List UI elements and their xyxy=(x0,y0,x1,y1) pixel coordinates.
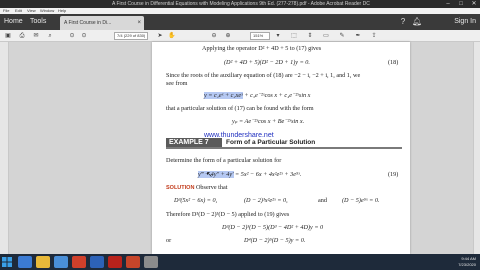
tab-home[interactable]: Home xyxy=(4,18,23,25)
sign-icon[interactable]: ✒ xyxy=(354,32,362,40)
zoom-dropdown-icon[interactable]: ▾ xyxy=(274,32,282,40)
next-page-icon[interactable]: ⊙ xyxy=(80,32,88,40)
example-divider xyxy=(166,147,402,149)
equation-19: y‴ − 4y″ + 4y′ = 5x² − 6x + 4x²e²ˣ + 3e⁵… xyxy=(198,171,301,178)
text-line: Since the roots of the auxiliary equatio… xyxy=(166,72,361,79)
equation-particular-form: yₚ = Ae⁻²ˣcos x + Be⁻²ˣsin x. xyxy=(232,118,305,125)
email-icon[interactable]: ✉ xyxy=(32,32,40,40)
zoom-value: 151% xyxy=(253,33,264,38)
sign-in-button[interactable]: Sign In xyxy=(454,18,476,25)
equation-18: (D² + 4D + 5)(D² − 2D + 1)y = 0. xyxy=(224,59,310,66)
word-taskbar-icon[interactable] xyxy=(90,256,104,268)
zoom-field[interactable]: 151% xyxy=(250,32,270,40)
help-icon[interactable]: ? xyxy=(398,17,408,27)
search-icon[interactable]: ⌕ xyxy=(46,32,54,40)
tab-bar: Home Tools A First Course in Di... × ? 🔔… xyxy=(0,14,480,30)
taskbar: 9:44 AM 7/23/2020 xyxy=(0,254,480,270)
annihilator-3: (D − 5)e⁵ˣ = 0. xyxy=(342,197,380,204)
and-label: and xyxy=(318,197,327,204)
zoom-in-icon[interactable]: ⊕ xyxy=(224,32,232,40)
ie-taskbar-icon[interactable] xyxy=(18,256,32,268)
share-icon[interactable]: ⇪ xyxy=(370,32,378,40)
solution-label: SOLUTION xyxy=(166,185,195,191)
annihilator-2: (D − 2)³x²e²ˣ = 0, xyxy=(244,197,288,204)
comment-icon[interactable]: ▭ xyxy=(322,32,330,40)
app-taskbar-icon[interactable] xyxy=(144,256,158,268)
mouse-cursor-icon: ↖ xyxy=(206,170,213,179)
text-line: Applying the operator D² + 4D + 5 to (17… xyxy=(202,45,322,52)
hand-tool-icon[interactable]: ✋ xyxy=(168,32,176,40)
page-value: 7/4 xyxy=(117,33,123,38)
maximize-button[interactable]: □ xyxy=(455,0,467,8)
bell-icon[interactable]: 🔔︎ xyxy=(412,17,422,27)
highlighted-text[interactable]: y‴ − 4y″ + 4y′ xyxy=(198,171,234,178)
folder-taskbar-icon[interactable] xyxy=(36,256,50,268)
acrobat-window: A First Course in Differential Equations… xyxy=(0,0,480,270)
equation-right: = 5x² − 6x + 4x²e²ˣ + 3e⁵ˣ. xyxy=(233,171,302,178)
select-tool-icon[interactable]: ➤ xyxy=(156,32,164,40)
tab-tools[interactable]: Tools xyxy=(30,18,46,25)
text-line: that a particular solution of (17) can b… xyxy=(166,105,314,112)
toolbar: ▣ ⎙ ✉ ⌕ ⊙ ⊙ 7/4 (229 of 830) ➤ ✋ ⊖ ⊕ 151… xyxy=(0,30,480,42)
close-button[interactable]: ✕ xyxy=(468,0,480,8)
clock-date: 7/23/2020 xyxy=(458,262,476,267)
windows-start-icon[interactable] xyxy=(2,257,12,267)
solution-line: SOLUTION Observe that xyxy=(166,184,227,191)
equation-tail: + c₃e⁻²ˣcos x + c₄e⁻²ˣsin x xyxy=(242,92,311,99)
chrome-taskbar-icon[interactable] xyxy=(72,256,86,268)
equation-general-solution: y = c₁eˣ + c₂xeˣ + c₃e⁻²ˣcos x + c₄e⁻²ˣs… xyxy=(204,92,310,99)
system-clock[interactable]: 9:44 AM 7/23/2020 xyxy=(458,256,476,268)
powerpoint-taskbar-icon[interactable] xyxy=(126,256,140,268)
tab-document[interactable]: A First Course in Di... × xyxy=(60,16,144,30)
title-bar: A First Course in Differential Equations… xyxy=(0,0,480,8)
print-icon[interactable]: ⎙ xyxy=(18,32,26,40)
minimize-button[interactable]: – xyxy=(442,0,454,8)
pdf-page: Applying the operator D² + 4D + 5 to (17… xyxy=(152,42,410,254)
close-tab-icon[interactable]: × xyxy=(137,16,141,30)
acrobat-taskbar-icon[interactable] xyxy=(108,256,122,268)
prev-page-icon[interactable]: ⊙ xyxy=(68,32,76,40)
tab-document-label: A First Course in Di... xyxy=(64,20,112,26)
fit-page-icon[interactable]: ⬚ xyxy=(290,32,298,40)
text-line: Therefore D³(D − 2)³(D − 5) applied to (… xyxy=(166,211,290,218)
equation-number: (18) xyxy=(388,59,399,66)
or-label: or xyxy=(166,237,172,244)
text-line: see from xyxy=(166,80,188,87)
window-title: A First Course in Differential Equations… xyxy=(112,1,370,7)
save-icon[interactable]: ▣ xyxy=(4,32,12,40)
highlighted-text[interactable]: y = c₁eˣ + c₂xeˣ xyxy=(204,92,243,99)
equation-simplified: D⁴(D − 2)⁵(D − 5)y = 0. xyxy=(244,237,306,244)
left-nav-pane[interactable] xyxy=(0,42,9,254)
highlight-icon[interactable]: ✎ xyxy=(338,32,346,40)
page-total: (229 of 830) xyxy=(123,33,146,38)
scroll-mode-icon[interactable]: ⇕ xyxy=(306,32,314,40)
equation-number: (19) xyxy=(388,171,399,178)
solution-text: Observe that xyxy=(195,184,228,191)
annihilator-1: D³(5x² − 6x) = 0, xyxy=(174,197,218,204)
equation-applied: D³(D − 2)³(D − 5)(D³ − 4D² + 4D)y = 0 xyxy=(222,224,324,231)
example-title: Form of a Particular Solution xyxy=(226,139,316,146)
media-taskbar-icon[interactable] xyxy=(54,256,68,268)
right-tools-pane[interactable] xyxy=(473,42,480,254)
text-line: Determine the form of a particular solut… xyxy=(166,157,282,164)
zoom-out-icon[interactable]: ⊖ xyxy=(210,32,218,40)
page-number-field[interactable]: 7/4 (229 of 830) xyxy=(114,32,148,40)
